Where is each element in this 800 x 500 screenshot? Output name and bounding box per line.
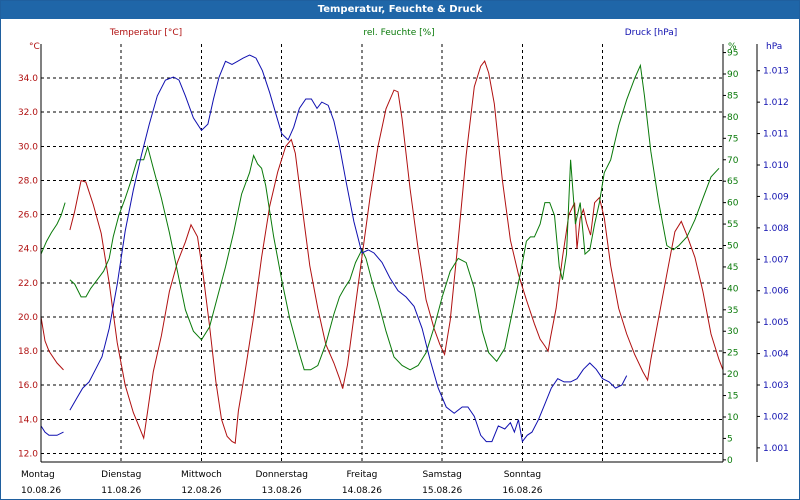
temperature-series-line — [69, 60, 724, 444]
humidity-tick-label: 65 — [727, 177, 738, 187]
humidity-tick-label: 50 — [727, 241, 739, 251]
pressure-unit-label: hPa — [766, 42, 782, 52]
temperature-tick-label: 28.0 — [18, 176, 38, 186]
x-day-label: Donnerstag — [255, 470, 308, 480]
pressure-tick-label: 1.008 — [763, 224, 789, 234]
temperature-unit-label: °C — [29, 42, 40, 52]
humidity-tick-label: 10 — [727, 413, 739, 423]
pressure-tick-label: 1.006 — [763, 287, 789, 297]
humidity-tick-label: 5 — [727, 434, 733, 444]
temperature-tick-label: 22.0 — [18, 279, 38, 289]
x-date-label: 11.08.26 — [101, 486, 141, 496]
humidity-unit-label: % — [728, 42, 737, 52]
humidity-tick-label: 85 — [727, 91, 738, 101]
x-day-label: Samstag — [422, 470, 461, 480]
grid — [41, 44, 723, 462]
pressure-tick-label: 1.009 — [763, 192, 789, 202]
humidity-axis-header: rel. Feuchte [%] — [363, 28, 434, 38]
temperature-tick-label: 32.0 — [18, 108, 38, 118]
humidity-series-line — [40, 202, 66, 255]
humidity-tick-label: 20 — [727, 370, 739, 380]
humidity-tick-label: 75 — [727, 134, 738, 144]
x-day-label: Freitag — [347, 470, 378, 480]
x-date-label: 13.08.26 — [262, 486, 302, 496]
pressure-tick-label: 1.002 — [763, 412, 789, 422]
pressure-tick-label: 1.001 — [763, 444, 789, 454]
humidity-tick-label: 0 — [727, 456, 733, 466]
humidity-tick-label: 30 — [727, 327, 739, 337]
humidity-tick-label: 40 — [727, 284, 739, 294]
temperature-tick-label: 24.0 — [18, 245, 38, 255]
pressure-tick-label: 1.004 — [763, 350, 789, 360]
humidity-tick-label: 60 — [727, 199, 739, 209]
temperature-tick-label: 14.0 — [18, 415, 38, 425]
humidity-tick-label: 55 — [727, 220, 738, 230]
humidity-tick-label: 45 — [727, 263, 738, 273]
humidity-tick-label: 70 — [727, 156, 739, 166]
humidity-tick-label: 15 — [727, 392, 738, 402]
humidity-tick-label: 80 — [727, 113, 739, 123]
pressure-tick-label: 1.010 — [763, 161, 789, 171]
pressure-tick-label: 1.013 — [763, 67, 789, 77]
x-day-label: Sonntag — [504, 470, 541, 480]
pressure-series-line — [40, 425, 64, 436]
pressure-tick-label: 1.007 — [763, 255, 789, 265]
temperature-series-line — [40, 316, 64, 371]
temperature-tick-label: 12.0 — [18, 449, 38, 459]
x-date-label: 14.08.26 — [342, 486, 382, 496]
chart-window: Temperatur, Feuchte & Druck 12.0 14.0 16.0… — [0, 0, 800, 500]
x-day-label: Mittwoch — [181, 470, 222, 480]
x-day-label: Dienstag — [101, 470, 141, 480]
humidity-tick-label: 90 — [727, 70, 739, 80]
pressure-tick-label: 1.012 — [763, 98, 789, 108]
pressure-axis-header: Druck [hPa] — [625, 28, 678, 38]
temperature-tick-label: 34.0 — [18, 74, 38, 84]
chart-svg: 12.0 14.0 16.0 18.0 20.0 22.0 24.0 26.0 28.0 30.0… — [18, 28, 789, 496]
temperature-tick-label: 30.0 — [18, 142, 38, 152]
humidity-tick-label: 25 — [727, 349, 738, 359]
pressure-tick-label: 1.005 — [763, 318, 789, 328]
x-day-label: Montag — [21, 470, 55, 480]
x-date-label: 10.08.26 — [21, 486, 61, 496]
temperature-tick-label: 18.0 — [18, 347, 38, 357]
pressure-tick-label: 1.003 — [763, 381, 789, 391]
x-date-label: 12.08.26 — [181, 486, 221, 496]
pressure-tick-label: 1.011 — [763, 130, 789, 140]
temperature-tick-label: 20.0 — [18, 313, 38, 323]
humidity-tick-label: 35 — [727, 306, 738, 316]
x-date-label: 15.08.26 — [422, 486, 462, 496]
temperature-axis-header: Temperatur [°C] — [109, 28, 182, 38]
x-date-label: 16.08.26 — [502, 486, 542, 496]
temperature-tick-label: 16.0 — [18, 381, 38, 391]
humidity-series-line — [69, 63, 720, 371]
temperature-tick-label: 26.0 — [18, 211, 38, 221]
